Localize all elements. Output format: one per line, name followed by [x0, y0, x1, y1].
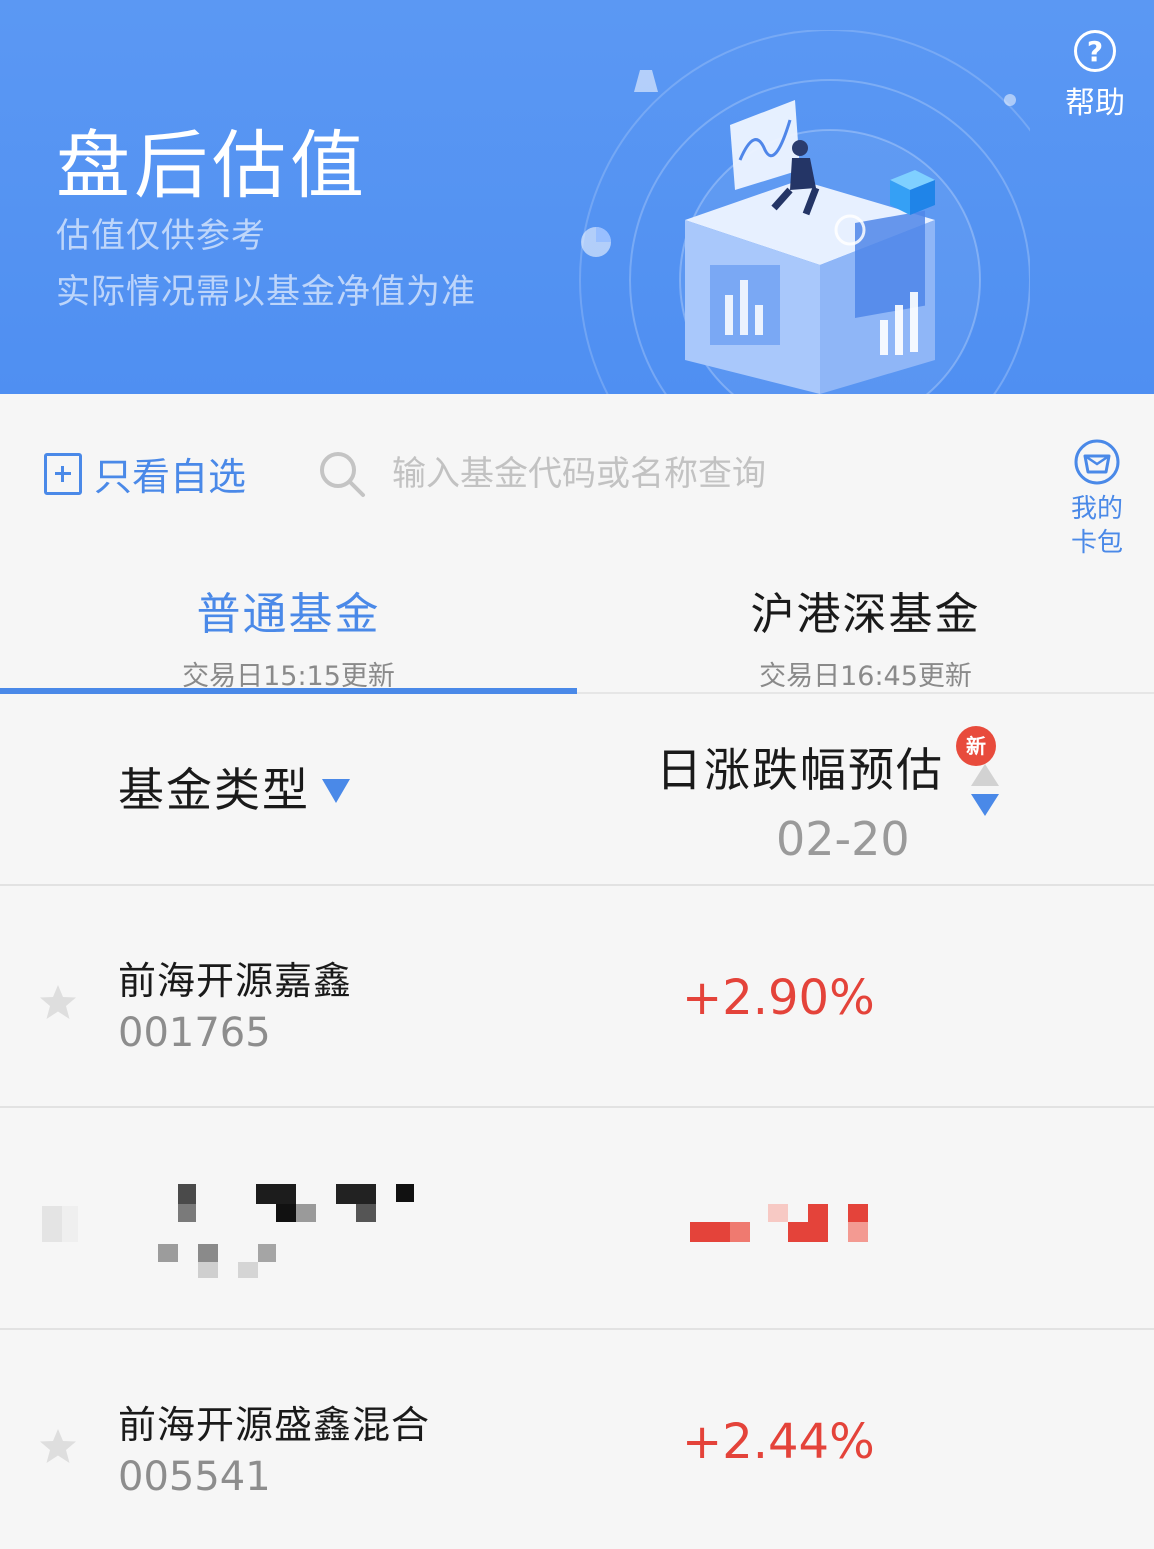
sort-down-icon — [971, 794, 999, 816]
fund-name: 前海开源嘉鑫 — [118, 959, 353, 1003]
star-icon[interactable] — [42, 1206, 62, 1242]
fund-code: 001765 — [118, 1010, 271, 1056]
wallet-label-line-1: 我的 — [1070, 494, 1123, 524]
tab-title: 普通基金 — [196, 589, 381, 640]
table-row[interactable]: 前海开源盛鑫混合 005541 +2.44% — [0, 1330, 1154, 1549]
banner-subtitle-disclaimer: 估值仅供参考 — [56, 216, 266, 256]
fund-change-estimate: +2.90% — [682, 970, 875, 1026]
fund-category-tabs: 普通基金 交易日15:15更新 沪港深基金 交易日16:45更新 — [0, 554, 1154, 694]
star-icon[interactable] — [38, 1426, 78, 1466]
new-badge: 新 — [956, 726, 996, 766]
watchlist-only-toggle[interactable]: 只看自选 — [44, 446, 246, 501]
my-wallet-button[interactable]: 我的 卡包 — [1060, 438, 1134, 558]
sort-up-icon — [971, 764, 999, 786]
sort-toggle[interactable] — [970, 764, 1000, 824]
data-analysis-illustration — [579, 30, 1030, 394]
table-row[interactable] — [0, 1108, 1154, 1330]
star-icon-fragment — [62, 1206, 78, 1242]
watchlist-only-label: 只看自选 — [94, 455, 247, 499]
search-icon — [320, 452, 365, 497]
dropdown-triangle-icon — [322, 779, 350, 803]
tab-update-time: 交易日15:15更新 — [182, 661, 395, 692]
daily-change-estimate-header[interactable]: 日涨跌幅预估 — [656, 734, 944, 800]
page-title: 盘后估值 — [56, 123, 368, 209]
wallet-icon — [1074, 439, 1120, 485]
search-input[interactable] — [392, 454, 992, 494]
search-toolbar: 只看自选 我的 卡包 — [0, 394, 1154, 558]
help-label: 帮助 — [1065, 86, 1125, 121]
estimate-date: 02-20 — [776, 812, 910, 866]
fund-code: 005541 — [118, 1454, 271, 1500]
tab-ordinary-funds[interactable]: 普通基金 交易日15:15更新 — [0, 554, 577, 694]
tab-shanghai-hongkong-shenzhen-funds[interactable]: 沪港深基金 交易日16:45更新 — [577, 554, 1154, 692]
banner-subtitle-note: 实际情况需以基金净值为准 — [56, 272, 476, 312]
star-icon[interactable] — [38, 982, 78, 1022]
fund-name: 前海开源盛鑫混合 — [118, 1403, 431, 1447]
fund-type-label: 基金类型 — [118, 763, 310, 817]
table-row[interactable]: 前海开源嘉鑫 001765 +2.90% — [0, 886, 1154, 1108]
tab-update-time: 交易日16:45更新 — [759, 661, 972, 692]
fund-change-estimate: +2.44% — [682, 1414, 875, 1470]
help-icon: ? — [1074, 30, 1116, 72]
help-button[interactable]: ? 帮助 — [1058, 30, 1132, 122]
tab-title: 沪港深基金 — [750, 589, 981, 640]
fund-type-filter[interactable]: 基金类型 — [118, 754, 350, 820]
header-banner: 盘后估值 估值仅供参考 实际情况需以基金净值为准 ? 帮助 — [0, 0, 1154, 394]
search-bar[interactable] — [318, 442, 1018, 506]
add-to-watchlist-icon — [44, 452, 82, 495]
